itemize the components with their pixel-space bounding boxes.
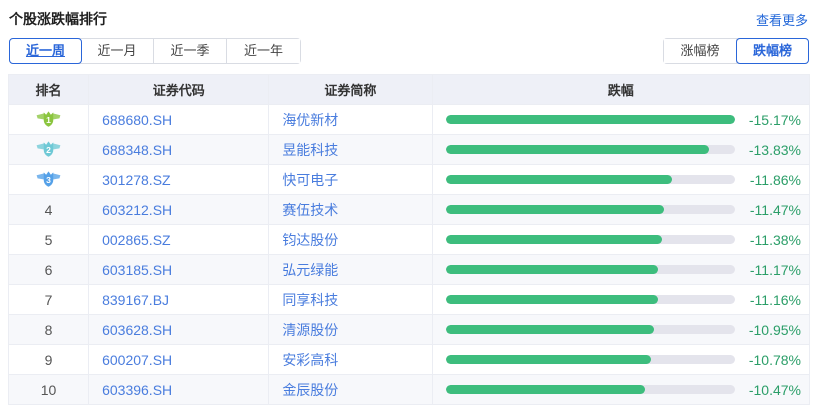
rank-number: 9 (45, 352, 53, 368)
drop-bar-fill (446, 115, 735, 124)
stock-name-link[interactable]: 清源股份 (282, 322, 338, 338)
table-row[interactable]: 1 688680.SH 海优新材 -15.17% (9, 105, 810, 135)
toolbar: 近一周 近一月 近一季 近一年 涨幅榜 跌幅榜 (9, 38, 809, 64)
stock-code-link[interactable]: 603212.SH (102, 202, 172, 218)
table-row[interactable]: 4 603212.SH 赛伍技术 -11.47% (9, 195, 810, 225)
stock-code-link[interactable]: 603185.SH (102, 262, 172, 278)
stock-name-link[interactable]: 赛伍技术 (282, 202, 338, 218)
rank-medal-icon: 2 (36, 140, 61, 159)
drop-percent-value: -10.95% (735, 322, 803, 338)
svg-text:3: 3 (46, 175, 51, 185)
tab-last-year[interactable]: 近一年 (227, 39, 300, 63)
drop-percent-value: -11.38% (735, 232, 803, 248)
table-row[interactable]: 3 301278.SZ 快可电子 -11.86% (9, 165, 810, 195)
stock-name-link[interactable]: 昱能科技 (282, 142, 338, 158)
drop-bar-fill (446, 265, 659, 274)
drop-percent-value: -11.16% (735, 292, 803, 308)
tab-losers-board[interactable]: 跌幅榜 (736, 38, 809, 64)
stock-code-link[interactable]: 600207.SH (102, 352, 172, 368)
rank-medal-icon: 3 (36, 170, 61, 189)
drop-bar-track (446, 385, 735, 394)
drop-bar-track (446, 175, 735, 184)
rank-number: 10 (41, 382, 57, 398)
view-more-link[interactable]: 查看更多 (756, 10, 808, 29)
drop-bar-fill (446, 295, 659, 304)
stock-code-link[interactable]: 002865.SZ (102, 232, 171, 248)
drop-bar-track (446, 355, 735, 364)
drop-bar-track (446, 325, 735, 334)
drop-bar-fill (446, 145, 710, 154)
drop-bar-fill (446, 205, 664, 214)
stock-name-link[interactable]: 快可电子 (282, 172, 338, 188)
table-row[interactable]: 5 002865.SZ 钧达股份 -11.38% (9, 225, 810, 255)
table-row[interactable]: 6 603185.SH 弘元绿能 -11.17% (9, 255, 810, 285)
header-code: 证券代码 (89, 75, 269, 105)
drop-percent-value: -13.83% (735, 142, 803, 158)
svg-text:1: 1 (46, 115, 51, 125)
rank-number: 4 (45, 202, 53, 218)
tab-last-quarter[interactable]: 近一季 (154, 39, 227, 63)
stock-code-link[interactable]: 839167.BJ (102, 292, 169, 308)
drop-percent-value: -11.17% (735, 262, 803, 278)
header-rank: 排名 (9, 75, 89, 105)
period-tab-group: 近一周 近一月 近一季 近一年 (9, 38, 301, 64)
drop-bar-track (446, 295, 735, 304)
table-row[interactable]: 8 603628.SH 清源股份 -10.95% (9, 315, 810, 345)
table-row[interactable]: 7 839167.BJ 同享科技 -11.16% (9, 285, 810, 315)
stock-code-link[interactable]: 301278.SZ (102, 172, 171, 188)
header-name: 证券简称 (269, 75, 432, 105)
tab-last-week[interactable]: 近一周 (9, 38, 82, 64)
tab-last-month[interactable]: 近一月 (81, 39, 154, 63)
table-row[interactable]: 2 688348.SH 昱能科技 -13.83% (9, 135, 810, 165)
svg-text:2: 2 (46, 145, 51, 155)
drop-percent-value: -11.47% (735, 202, 803, 218)
tab-gainers-board[interactable]: 涨幅榜 (664, 39, 737, 63)
table-header-row: 排名 证券代码 证券简称 跌幅 (9, 75, 810, 105)
rank-number: 8 (45, 322, 53, 338)
stock-name-link[interactable]: 海优新材 (282, 112, 338, 128)
stock-name-link[interactable]: 弘元绿能 (282, 262, 338, 278)
drop-percent-value: -10.47% (735, 382, 803, 398)
stock-code-link[interactable]: 603396.SH (102, 382, 172, 398)
drop-percent-value: -11.86% (735, 172, 803, 188)
stock-name-link[interactable]: 钧达股份 (282, 232, 338, 248)
ranking-table: 排名 证券代码 证券简称 跌幅 1 688680.SH 海优新材 (8, 74, 810, 405)
drop-percent-value: -15.17% (735, 112, 803, 128)
stock-code-link[interactable]: 688348.SH (102, 142, 172, 158)
drop-bar-fill (446, 235, 663, 244)
table-row[interactable]: 10 603396.SH 金辰股份 -10.47% (9, 375, 810, 405)
drop-bar-track (446, 235, 735, 244)
rank-number: 7 (45, 292, 53, 308)
drop-bar-track (446, 115, 735, 124)
stock-name-link[interactable]: 金辰股份 (282, 382, 338, 398)
stock-code-link[interactable]: 688680.SH (102, 112, 172, 128)
drop-bar-track (446, 145, 735, 154)
drop-bar-fill (446, 385, 645, 394)
header-bar: 个股涨跌幅排行 查看更多 (0, 0, 818, 29)
drop-bar-fill (446, 325, 655, 334)
stock-code-link[interactable]: 603628.SH (102, 322, 172, 338)
rank-number: 6 (45, 262, 53, 278)
stock-name-link[interactable]: 安彩高科 (282, 352, 338, 368)
drop-percent-value: -10.78% (735, 352, 803, 368)
drop-bar-fill (446, 355, 651, 364)
stock-name-link[interactable]: 同享科技 (282, 292, 338, 308)
header-drop: 跌幅 (432, 75, 809, 105)
drop-bar-track (446, 265, 735, 274)
rank-medal-icon: 1 (36, 110, 61, 129)
page-title: 个股涨跌幅排行 (9, 9, 107, 29)
ranking-table-body: 1 688680.SH 海优新材 -15.17% 2 (9, 105, 810, 405)
table-row[interactable]: 9 600207.SH 安彩高科 -10.78% (9, 345, 810, 375)
drop-bar-fill (446, 175, 672, 184)
drop-bar-track (446, 205, 735, 214)
board-tab-group: 涨幅榜 跌幅榜 (663, 38, 809, 64)
rank-number: 5 (45, 232, 53, 248)
